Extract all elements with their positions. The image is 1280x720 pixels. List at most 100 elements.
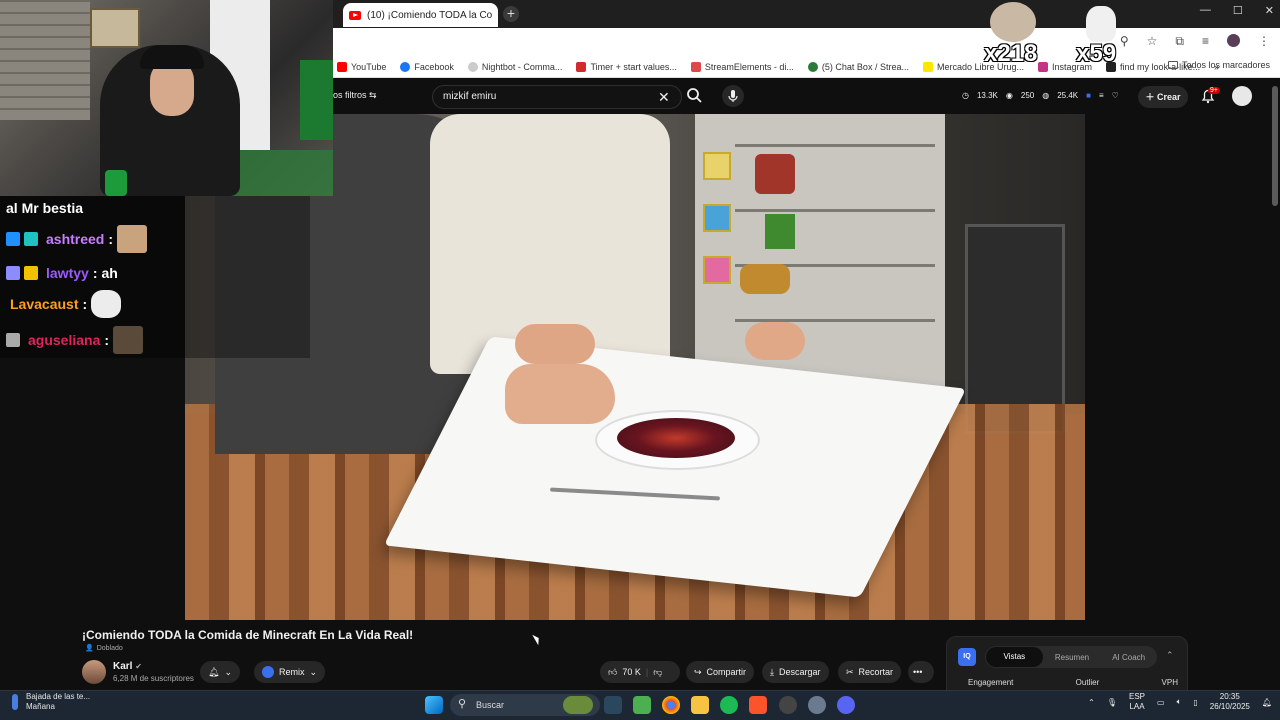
voice-search-button[interactable]: [722, 85, 744, 107]
search-icon: [687, 88, 702, 103]
browser-menu-icon[interactable]: ⋮: [1258, 34, 1270, 49]
thermometer-icon: [12, 694, 18, 710]
like-dislike-group: 👍︎ 70 K | 👎︎: [600, 661, 680, 683]
nightbot-icon: [467, 61, 478, 72]
bookmark-star-icon[interactable]: ☆: [1147, 34, 1158, 49]
tab-resumen[interactable]: Resumen: [1044, 653, 1101, 662]
tab-vistas[interactable]: Vistas: [986, 647, 1043, 667]
windows-start-icon[interactable]: [425, 696, 443, 714]
stat-views: 250: [1020, 91, 1035, 100]
thumbs-down-icon[interactable]: 👎︎: [653, 661, 662, 683]
browser-tab-active[interactable]: (10) ¡Comiendo TODA la Co 🔊 ✕: [343, 3, 498, 27]
chatbox-icon: [807, 61, 818, 72]
maximize-button[interactable]: ☐: [1233, 4, 1243, 17]
badge-icon: [24, 266, 38, 280]
iq-icon: [262, 666, 274, 678]
minecraft-icon[interactable]: [633, 696, 651, 714]
bookmark-chatbox[interactable]: (5) Chat Box / Strea...: [807, 61, 909, 72]
search-input[interactable]: mizkif emiru: [432, 85, 682, 109]
search-button[interactable]: [685, 86, 703, 106]
youtube-icon: [337, 61, 347, 72]
obs-icon[interactable]: [779, 696, 797, 714]
spotify-icon[interactable]: [720, 696, 738, 714]
search-icon: ⚲: [458, 698, 467, 710]
file-explorer-icon[interactable]: [691, 696, 709, 714]
notification-bell-button[interactable]: 🔔︎ ⌄: [200, 661, 240, 683]
monitor-icon[interactable]: ▭: [1157, 698, 1165, 707]
discord-icon[interactable]: [837, 696, 855, 714]
bookmark-streamelements[interactable]: StreamElements - di...: [690, 61, 794, 72]
language-indicator[interactable]: ESP LAA: [1129, 692, 1145, 712]
extension-icon-c[interactable]: ♡: [1112, 91, 1119, 100]
extensions-icon[interactable]: ⧉: [1175, 34, 1184, 49]
minimize-button[interactable]: —: [1200, 4, 1211, 17]
speaker-icon[interactable]: 🔈︎: [1177, 697, 1182, 707]
chevron-up-icon[interactable]: ⌃: [1088, 698, 1095, 707]
chat-message: Lavacaust:: [6, 290, 122, 318]
overlay-counter-b: x59: [1076, 40, 1117, 67]
more-actions-button[interactable]: •••: [908, 661, 934, 683]
channel-avatar[interactable]: [82, 660, 106, 684]
badge-icon: [6, 232, 20, 246]
remix-button[interactable]: Remix ⌄: [254, 661, 326, 683]
close-window-button[interactable]: ✕: [1265, 4, 1274, 17]
notification-center-icon[interactable]: 🔔︎: [1262, 698, 1272, 707]
battery-icon[interactable]: ▯: [1193, 698, 1197, 707]
tab-ai-coach[interactable]: AI Coach: [1100, 653, 1157, 662]
weather-widget[interactable]: Bajada de las te... Mañana: [12, 692, 90, 712]
chat-username: Lavacaust: [10, 296, 79, 312]
badge-icon: [6, 266, 20, 280]
zoom-icon[interactable]: ⚲: [1120, 34, 1129, 49]
search-filters-button[interactable]: os filtros ⇆: [333, 90, 377, 101]
share-button[interactable]: ↪ Compartir: [686, 661, 755, 683]
mouse-cursor: [532, 632, 542, 646]
bookmark-timer[interactable]: Timer + start values...: [576, 61, 677, 72]
bookmark-youtube[interactable]: YouTube: [337, 61, 386, 72]
scissors-icon: ✂: [846, 667, 854, 677]
bookmark-facebook[interactable]: Facebook: [400, 61, 454, 72]
video-hand: [745, 322, 805, 360]
clock-icon: ◷: [962, 91, 969, 100]
mic-icon[interactable]: 🎙︎: [1107, 698, 1117, 707]
all-bookmarks-folder[interactable]: Todos los marcadores: [1167, 60, 1270, 70]
collapse-panel-icon[interactable]: ⌃: [1166, 650, 1174, 661]
analytics-columns: Engagement Outlier VPH: [968, 678, 1178, 687]
bell-icon: 🔔︎: [208, 667, 220, 677]
steam-icon[interactable]: [604, 696, 622, 714]
clip-button[interactable]: ✂ Recortar: [838, 661, 902, 683]
webcam-feed: [0, 0, 333, 196]
youtube-favicon-icon: [349, 10, 361, 20]
new-tab-button[interactable]: +: [503, 6, 519, 22]
column-outlier: Outlier: [1075, 678, 1100, 687]
thumbs-up-icon[interactable]: 👍︎: [608, 661, 617, 683]
extension-icon-a[interactable]: ■: [1086, 91, 1091, 100]
analytics-tabs: Vistas Resumen AI Coach: [985, 646, 1157, 668]
omnibox-actions: ⚲ ☆ ⧉ ≡ ⋮: [1120, 34, 1270, 49]
account-avatar[interactable]: [1232, 86, 1252, 106]
facebook-icon: [400, 61, 411, 72]
like-count[interactable]: 70 K: [622, 661, 641, 683]
iq-logo-icon: IQ: [958, 648, 976, 666]
microphone-icon: [728, 90, 738, 102]
plus-icon: ＋: [1145, 92, 1157, 102]
brave-icon[interactable]: [749, 696, 767, 714]
create-button[interactable]: ＋ Crear: [1138, 86, 1188, 108]
app-icon[interactable]: [808, 696, 826, 714]
eye-icon: ◉: [1005, 91, 1013, 100]
webcam-monitor: [300, 60, 333, 140]
person-icon: 👤: [85, 645, 94, 652]
cat-emote-icon: [117, 225, 148, 253]
channel-name[interactable]: Karl ✔: [113, 661, 142, 672]
media-controls-icon[interactable]: ≡: [1202, 34, 1209, 49]
extension-icon-b[interactable]: ≡: [1099, 91, 1104, 100]
chrome-icon[interactable]: [662, 696, 680, 714]
download-button[interactable]: ⤓ Descargar: [762, 661, 829, 683]
clock[interactable]: 20:35 26/10/2025: [1210, 692, 1250, 712]
video-hand: [505, 364, 615, 424]
chat-username: lawtyy: [46, 265, 89, 281]
badge-icon: [24, 232, 38, 246]
profile-avatar[interactable]: [1227, 34, 1240, 47]
bookmark-nightbot[interactable]: Nightbot - Comma...: [467, 61, 562, 72]
clear-search-icon[interactable]: ✕: [658, 89, 670, 106]
page-scrollbar[interactable]: [1272, 86, 1278, 206]
